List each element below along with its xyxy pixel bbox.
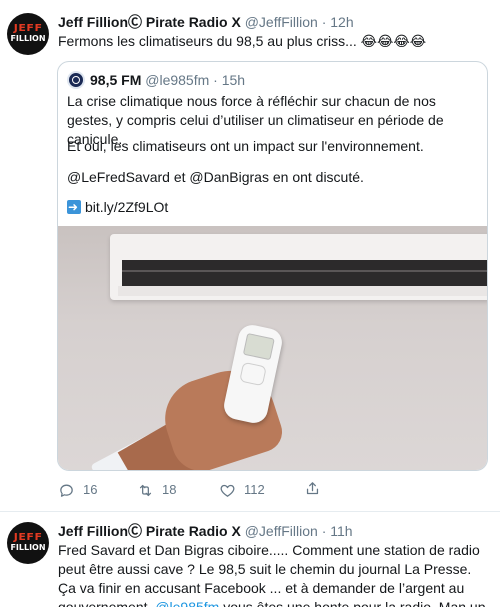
- avatar-logo-text: FILLION: [10, 543, 46, 552]
- timestamp[interactable]: 11h: [330, 523, 352, 539]
- quoted-avatar: [67, 71, 85, 89]
- avatar[interactable]: JEFF FILLION: [7, 522, 49, 564]
- tweet-text: Fermons les climatiseurs du 98,5 au plus…: [58, 33, 427, 49]
- display-name[interactable]: Jeff FillionⒸ Pirate Radio X: [58, 523, 241, 539]
- share-button[interactable]: [304, 480, 329, 497]
- tweet-text-main: Fred Savard et Dan Bigras ciboire..... C…: [58, 542, 480, 607]
- tweet-1[interactable]: JEFF FILLION Jeff FillionⒸ Pirate Radio …: [0, 0, 500, 512]
- share-icon: [306, 482, 319, 495]
- retweet-button[interactable]: 18: [137, 480, 176, 500]
- air-conditioner-illustration: [110, 234, 487, 300]
- quoted-handle: @le985fm: [145, 72, 210, 88]
- timestamp[interactable]: 12h: [330, 14, 353, 30]
- quoted-link-line: bit.ly/2Zf9LOt: [67, 198, 482, 217]
- retweet-count: 18: [162, 482, 177, 497]
- link-arrow-icon: [67, 198, 81, 217]
- avatar[interactable]: JEFF FILLION: [7, 13, 49, 55]
- avatar-logo-text: FILLION: [10, 34, 46, 43]
- quoted-tweet[interactable]: 98,5 FM @le985fm · 15h La crise climatiq…: [57, 61, 488, 471]
- separator-dot: ·: [213, 72, 218, 88]
- quoted-paragraph-2: Et oui, les climatiseurs ont un impact s…: [67, 138, 424, 154]
- quoted-paragraph-3: @LeFredSavard et @DanBigras en ont discu…: [67, 169, 364, 185]
- retweet-icon: [139, 484, 152, 496]
- quoted-display-name: 98,5 FM: [90, 72, 142, 88]
- display-name[interactable]: Jeff FillionⒸ Pirate Radio X: [58, 14, 241, 30]
- user-handle[interactable]: @JeffFillion: [245, 14, 318, 30]
- separator-dot: ·: [321, 14, 327, 30]
- avatar-logo-text: JEFF: [13, 532, 43, 543]
- like-button[interactable]: 112: [219, 480, 265, 500]
- tweet-actions: 16 18 112: [0, 480, 500, 500]
- separator-dot: ·: [321, 523, 327, 539]
- reply-button[interactable]: 16: [58, 480, 97, 500]
- user-handle[interactable]: @JeffFillion: [245, 523, 318, 539]
- tweet-2[interactable]: JEFF FILLION Jeff FillionⒸ Pirate Radio …: [0, 512, 500, 607]
- like-icon: [220, 484, 235, 497]
- tweet-header: Jeff FillionⒸ Pirate Radio X @JeffFillio…: [58, 522, 353, 540]
- reply-icon: [60, 484, 73, 497]
- quoted-image[interactable]: [58, 226, 487, 470]
- quoted-link[interactable]: bit.ly/2Zf9LOt: [85, 199, 168, 215]
- quoted-header: 98,5 FM @le985fm · 15h: [90, 71, 245, 89]
- tweet-header: Jeff FillionⒸ Pirate Radio X @JeffFillio…: [58, 13, 354, 31]
- like-count: 112: [244, 482, 265, 497]
- mention-link[interactable]: @le985fm: [155, 599, 219, 607]
- avatar-logo-text: JEFF: [13, 23, 43, 34]
- reply-count: 16: [83, 482, 98, 497]
- quoted-timestamp: 15h: [221, 72, 246, 88]
- tweet-text: Fred Savard et Dan Bigras ciboire..... C…: [58, 541, 490, 607]
